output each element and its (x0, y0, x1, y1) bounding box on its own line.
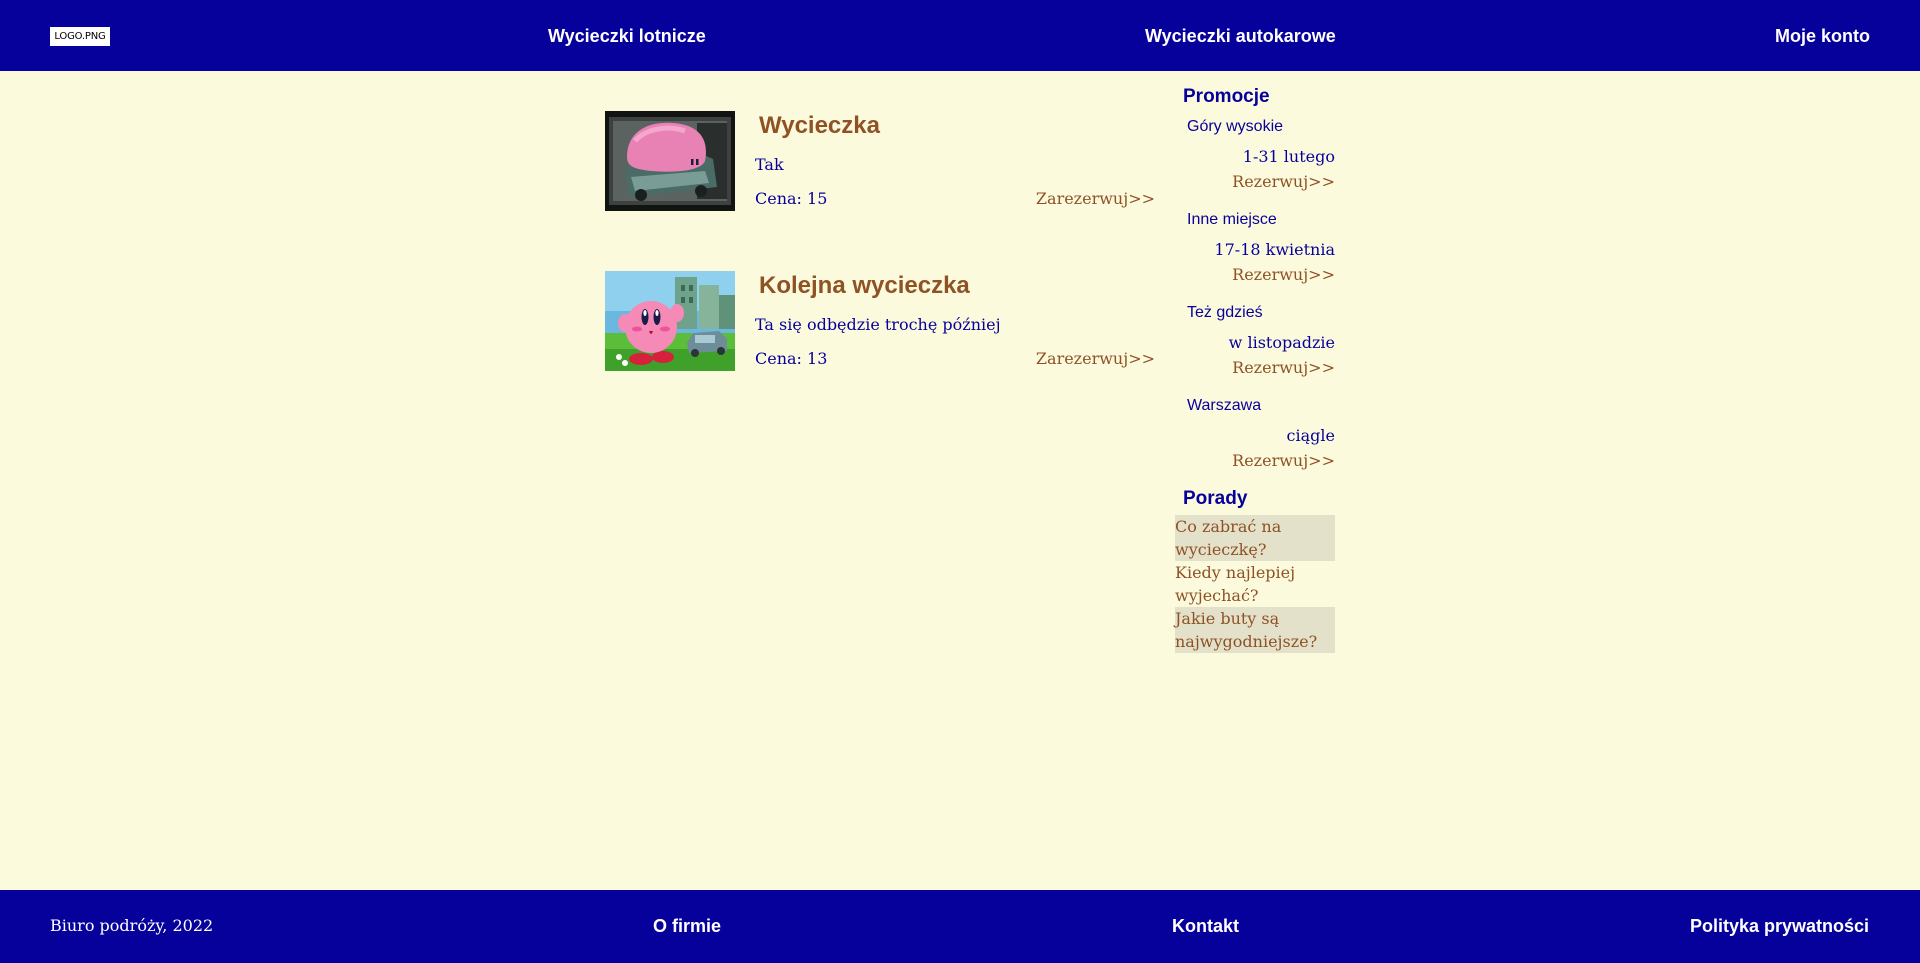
trip-description: Ta się odbędzie trochę później (755, 315, 1001, 334)
trip-description: Tak (755, 155, 784, 174)
trip-title: Kolejna wycieczka (759, 272, 970, 299)
site-logo[interactable]: LOGO.PNG (50, 27, 110, 46)
tip-link[interactable]: Jakie buty są najwygodniejsze? (1175, 607, 1335, 653)
top-navigation-bar: LOGO.PNG Wycieczki lotnicze Wycieczki au… (0, 0, 1920, 71)
promo-date: ciągle (1286, 426, 1335, 445)
pink-blob-car-photo-icon (605, 111, 735, 211)
promo-book-link[interactable]: Rezerwuj>> (1232, 357, 1335, 379)
promo-book-link[interactable]: Rezerwuj>> (1232, 171, 1335, 193)
trip-book-link[interactable]: Zarezerwuj>> (1036, 188, 1155, 210)
footer-copyright: Biuro podróży, 2022 (50, 916, 214, 935)
nav-link-my-account[interactable]: Moje konto (1775, 24, 1870, 48)
promo-place: Też gdzieś (1187, 304, 1263, 321)
promo-book-link[interactable]: Rezerwuj>> (1232, 450, 1335, 472)
promotions-heading: Promocje (1183, 86, 1270, 107)
tip-link[interactable]: Kiedy najlepiej wyjechać? (1175, 561, 1335, 607)
footer-link-contact[interactable]: Kontakt (1172, 915, 1239, 937)
promo-book-link[interactable]: Rezerwuj>> (1232, 264, 1335, 286)
promo-date: 1-31 lutego (1242, 147, 1335, 166)
tips-heading: Porady (1183, 488, 1248, 509)
main-content: Wycieczka Tak Cena: 15 Zarezerwuj>> Kole… (0, 71, 1920, 890)
nav-link-air-trips[interactable]: Wycieczki lotnicze (548, 24, 706, 48)
footer: Biuro podróży, 2022 O firmie Kontakt Pol… (0, 890, 1920, 963)
trip-image[interactable] (605, 271, 735, 371)
footer-link-privacy[interactable]: Polityka prywatności (1690, 915, 1869, 937)
kirby-city-photo-icon (605, 271, 735, 371)
nav-link-bus-trips[interactable]: Wycieczki autokarowe (1145, 24, 1336, 48)
trip-price: Cena: 15 (755, 189, 828, 208)
promo-place: Warszawa (1187, 397, 1262, 414)
promo-place: Góry wysokie (1187, 118, 1284, 135)
trip-book-link[interactable]: Zarezerwuj>> (1036, 348, 1155, 370)
promo-place: Inne miejsce (1187, 211, 1277, 228)
footer-link-about[interactable]: O firmie (653, 915, 721, 937)
promo-date: w listopadzie (1228, 333, 1335, 352)
tip-link[interactable]: Co zabrać na wycieczkę? (1175, 515, 1335, 561)
trip-title: Wycieczka (759, 112, 880, 139)
promo-date: 17-18 kwietnia (1214, 240, 1335, 259)
trip-image[interactable] (605, 111, 735, 211)
trip-price: Cena: 13 (755, 349, 828, 368)
